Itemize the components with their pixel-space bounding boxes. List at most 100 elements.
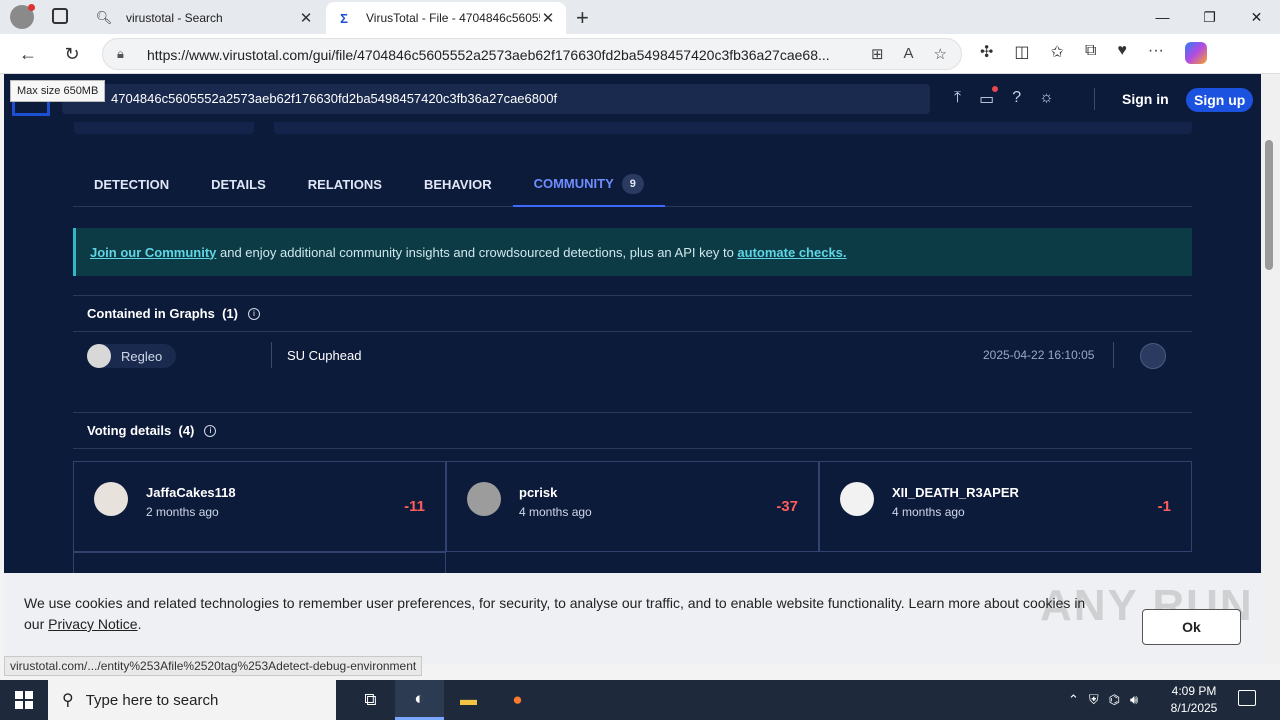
vote-card[interactable]: pcrisk 4 months ago -37 bbox=[446, 461, 819, 552]
url-text[interactable]: https://www.virustotal.com/gui/file/4704… bbox=[147, 47, 837, 63]
more-menu-icon[interactable]: ··· bbox=[1148, 42, 1164, 64]
new-tab-button[interactable]: + bbox=[576, 5, 589, 31]
vote-card[interactable]: JaffaCakes118 2 months ago -11 bbox=[73, 461, 446, 552]
virustotal-icon: Σ bbox=[340, 10, 348, 26]
sign-up-button[interactable]: Sign up bbox=[1186, 88, 1254, 112]
section-title: Contained in Graphs bbox=[87, 306, 215, 321]
browser-tab-virustotal[interactable]: Σ VirusTotal - File - 4704846c56055 ✕ bbox=[326, 2, 566, 34]
close-icon[interactable]: ✕ bbox=[540, 9, 556, 27]
info-icon[interactable]: i bbox=[247, 307, 260, 320]
search-value[interactable]: 4704846c5605552a2573aeb62f176630fd2ba549… bbox=[111, 91, 557, 106]
tab-label: DETAILS bbox=[211, 177, 266, 192]
volume-icon[interactable]: 🔊︎ bbox=[1130, 692, 1138, 708]
favorite-star-icon[interactable]: ☆ bbox=[934, 45, 947, 63]
window-controls: — ❐ ✕ bbox=[1139, 0, 1280, 34]
collections-icon[interactable]: ⧉ bbox=[1085, 42, 1096, 64]
lock-icon[interactable]: 🔒︎ bbox=[117, 46, 124, 62]
section-count: (1) bbox=[222, 306, 238, 321]
clock-date: 8/1/2025 bbox=[1170, 701, 1218, 715]
avatar bbox=[87, 344, 111, 368]
read-aloud-icon[interactable]: A bbox=[904, 45, 914, 63]
theme-toggle-icon[interactable]: ☼ bbox=[1039, 89, 1054, 109]
tab-label: COMMUNITY bbox=[533, 176, 614, 191]
taskbar-search-placeholder: Type here to search bbox=[85, 691, 219, 709]
join-community-link[interactable]: Join our Community bbox=[90, 245, 216, 260]
help-icon[interactable]: ? bbox=[1012, 89, 1021, 109]
graph-row[interactable]: Regleo SU Cuphead 2025-04-22 16:10:05 bbox=[73, 332, 1192, 380]
file-explorer-icon[interactable]: ▬ bbox=[444, 680, 493, 720]
extensions-icon[interactable]: ✣ bbox=[980, 42, 993, 64]
network-icon[interactable]: ⌬ bbox=[1109, 692, 1120, 708]
search-input[interactable]: 4704846c5605552a2573aeb62f176630fd2ba549… bbox=[62, 84, 930, 114]
taskbar-search[interactable]: ⚲ Type here to search bbox=[48, 680, 336, 720]
contained-in-graphs-section: Contained in Graphs (1) i Regleo SU Cuph… bbox=[73, 295, 1192, 412]
minimize-icon[interactable]: — bbox=[1139, 0, 1186, 34]
windows-start-icon[interactable] bbox=[15, 691, 33, 709]
firefox-icon[interactable]: ● bbox=[493, 680, 542, 720]
tab-relations[interactable]: RELATIONS bbox=[287, 162, 403, 207]
search-icon: 🔍︎ bbox=[95, 10, 113, 25]
cookie-period: . bbox=[137, 616, 142, 632]
tab-details[interactable]: DETAILS bbox=[190, 162, 287, 207]
tab-behavior[interactable]: BEHAVIOR bbox=[403, 162, 513, 207]
graph-date: 2025-04-22 16:10:05 bbox=[983, 348, 1095, 362]
vt-header: 4704846c5605552a2573aeb62f176630fd2ba549… bbox=[4, 74, 1261, 134]
sign-in-link[interactable]: Sign in bbox=[1122, 91, 1169, 107]
privacy-notice-link[interactable]: Privacy Notice bbox=[48, 616, 137, 632]
cookie-banner: ANY RUN We use cookies and related techn… bbox=[4, 573, 1261, 664]
divider bbox=[271, 342, 272, 368]
banner-text: and enjoy additional community insights … bbox=[216, 244, 738, 260]
tab-label: RELATIONS bbox=[307, 177, 382, 192]
scrollbar-thumb[interactable] bbox=[1265, 140, 1273, 270]
edge-browser-icon[interactable]: ◐ bbox=[395, 680, 444, 720]
performance-icon[interactable]: ♥ bbox=[1117, 42, 1127, 64]
vote-score: -37 bbox=[776, 498, 798, 515]
upload-icon[interactable]: ⤒ bbox=[954, 89, 961, 109]
vote-user[interactable]: JaffaCakes118 bbox=[146, 485, 236, 500]
graph-icon[interactable] bbox=[1140, 343, 1166, 369]
avatar bbox=[840, 482, 874, 516]
copilot-icon[interactable] bbox=[1184, 42, 1207, 64]
avatar bbox=[94, 482, 128, 516]
status-bar-url: virustotal.com/.../entity%253Afile%2520t… bbox=[4, 656, 423, 676]
taskbar-clock[interactable]: 4:09 PM 8/1/2025 bbox=[1166, 683, 1222, 717]
address-bar[interactable]: 🔒︎ https://www.virustotal.com/gui/file/4… bbox=[102, 38, 962, 70]
address-bar-icons: ⊞ A ☆ bbox=[871, 45, 947, 63]
split-screen-icon[interactable]: ◫ bbox=[1014, 42, 1029, 64]
community-count-badge: 9 bbox=[621, 173, 644, 194]
close-icon[interactable]: ✕ bbox=[298, 9, 314, 27]
browser-tab-search[interactable]: 🔍︎ virustotal - Search ✕ bbox=[86, 2, 324, 34]
page-scrollbar[interactable] bbox=[1261, 74, 1280, 664]
chat-icon[interactable]: ▭ bbox=[979, 86, 999, 109]
upload-size-tooltip: Max size 650MB bbox=[10, 80, 106, 102]
tab-title: virustotal - Search bbox=[126, 11, 223, 25]
info-icon[interactable]: i bbox=[204, 424, 217, 437]
profile-notification-dot bbox=[28, 4, 35, 11]
tab-detection[interactable]: DETECTION bbox=[73, 162, 190, 207]
automate-checks-link[interactable]: automate checks. bbox=[737, 245, 846, 260]
vote-user[interactable]: XII_DEATH_R3APER bbox=[892, 485, 1019, 500]
vote-time: 4 months ago bbox=[892, 505, 965, 519]
security-icon[interactable]: ⛨ bbox=[1089, 692, 1099, 708]
close-window-icon[interactable]: ✕ bbox=[1233, 0, 1280, 34]
graph-owner[interactable]: Regleo bbox=[87, 344, 177, 368]
tab-community[interactable]: COMMUNITY 9 bbox=[512, 162, 665, 207]
vote-card[interactable]: XII_DEATH_R3APER 4 months ago -1 bbox=[819, 461, 1192, 552]
owner-name: Regleo bbox=[121, 348, 163, 364]
avatar bbox=[467, 482, 501, 516]
cookie-ok-button[interactable]: Ok bbox=[1142, 609, 1241, 645]
app-install-icon[interactable]: ⊞ bbox=[871, 45, 884, 63]
vote-user[interactable]: pcrisk bbox=[519, 485, 557, 500]
favorites-icon[interactable]: ✩ bbox=[1051, 42, 1064, 64]
back-arrow-icon[interactable]: ← bbox=[16, 42, 40, 66]
task-view-icon[interactable]: ⧉ bbox=[346, 680, 395, 720]
graph-name[interactable]: SU Cuphead bbox=[287, 348, 361, 363]
search-icon: ⚲ bbox=[62, 692, 74, 709]
file-info-panel bbox=[274, 122, 1192, 134]
restore-icon[interactable]: ❐ bbox=[1186, 0, 1233, 34]
refresh-icon[interactable]: ↻ bbox=[60, 42, 84, 66]
chevron-up-icon[interactable]: ⌃ bbox=[1068, 692, 1079, 708]
header-icons: ⤒ ▭ ? ☼ bbox=[954, 86, 1054, 109]
tab-actions-icon[interactable] bbox=[52, 8, 68, 24]
notification-icon[interactable] bbox=[1238, 690, 1256, 706]
